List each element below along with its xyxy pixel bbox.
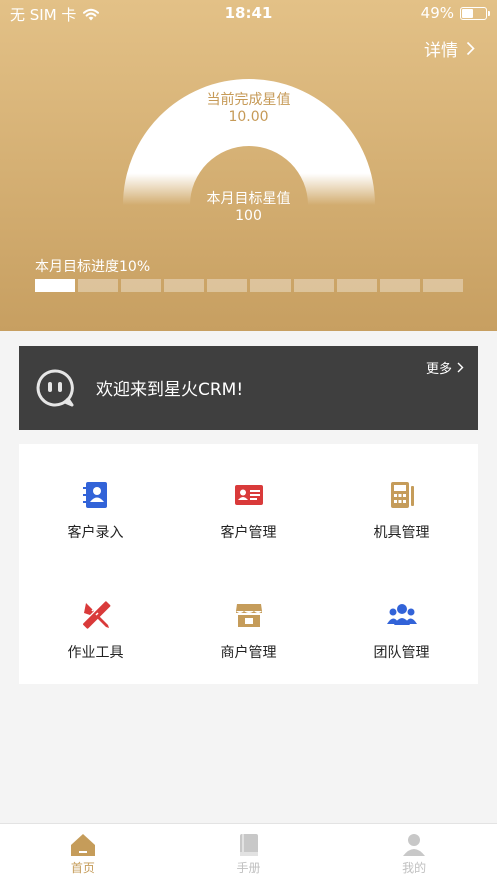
tab-mine[interactable]: 我的 bbox=[331, 824, 497, 883]
welcome-banner[interactable]: 欢迎来到星火CRM! 更多 bbox=[19, 346, 478, 430]
progress-segment bbox=[121, 279, 162, 292]
shop-icon bbox=[235, 604, 262, 627]
menu-label: 机具管理 bbox=[373, 525, 430, 541]
home-icon bbox=[70, 834, 95, 856]
progress-title: 本月目标进度10% bbox=[35, 259, 151, 275]
progress-segment bbox=[207, 279, 248, 292]
user-icon bbox=[403, 834, 426, 856]
target-star-label: 本月目标星值 bbox=[206, 191, 291, 207]
book-icon bbox=[239, 834, 258, 856]
chevron-right-icon bbox=[457, 362, 464, 373]
more-link[interactable]: 更多 bbox=[426, 358, 464, 377]
current-star-label: 当前完成星值 bbox=[206, 92, 291, 108]
progress-segment bbox=[250, 279, 291, 292]
feature-menu: 客户录入 客户管理 机具管理 作业工具 商户管理 团队管理 bbox=[19, 444, 478, 684]
progress-segment bbox=[35, 279, 76, 292]
progress-segment bbox=[336, 279, 377, 292]
menu-label: 商户管理 bbox=[220, 645, 277, 661]
tab-label: 我的 bbox=[402, 861, 427, 875]
chat-bot-icon bbox=[36, 369, 74, 407]
current-star-number: 10.00 bbox=[228, 109, 269, 125]
progress-segment bbox=[379, 279, 420, 292]
tab-label: 手册 bbox=[236, 861, 261, 875]
tab-home[interactable]: 首页 bbox=[0, 824, 166, 883]
menu-item-work-tools[interactable]: 作业工具 bbox=[19, 564, 172, 684]
menu-label: 作业工具 bbox=[67, 645, 124, 661]
team-icon bbox=[386, 604, 417, 625]
calculator-icon bbox=[390, 482, 414, 508]
more-label: 更多 bbox=[425, 362, 452, 377]
menu-item-customer-entry[interactable]: 客户录入 bbox=[19, 444, 172, 564]
menu-item-device-management[interactable]: 机具管理 bbox=[325, 444, 478, 564]
target-star-number: 100 bbox=[235, 208, 262, 224]
contact-book-icon bbox=[82, 482, 107, 508]
menu-item-customer-management[interactable]: 客户管理 bbox=[172, 444, 325, 564]
menu-label: 客户录入 bbox=[67, 525, 124, 541]
progress-segment bbox=[293, 279, 334, 292]
menu-item-team-management[interactable]: 团队管理 bbox=[325, 564, 478, 684]
tab-bar: 首页 手册 我的 bbox=[0, 823, 497, 883]
progress-segment bbox=[164, 279, 205, 292]
progress-bar bbox=[35, 279, 463, 292]
progress-segment bbox=[422, 279, 463, 292]
menu-label: 团队管理 bbox=[373, 645, 430, 661]
target-star-value: 本月目标星值 100 bbox=[0, 191, 497, 225]
tab-manual[interactable]: 手册 bbox=[166, 824, 332, 883]
pencil-ruler-icon bbox=[82, 601, 110, 629]
menu-label: 客户管理 bbox=[220, 525, 277, 541]
progress-segment bbox=[78, 279, 119, 292]
header-hero: 无 SIM 卡 18:41 49% 详情 当前完成星值 10.00 本月目标星值… bbox=[0, 0, 497, 331]
current-star-value: 当前完成星值 10.00 bbox=[0, 92, 497, 126]
menu-item-merchant-management[interactable]: 商户管理 bbox=[172, 564, 325, 684]
id-card-icon bbox=[234, 485, 263, 505]
tab-label: 首页 bbox=[70, 861, 95, 875]
welcome-text: 欢迎来到星火CRM! bbox=[96, 380, 244, 400]
